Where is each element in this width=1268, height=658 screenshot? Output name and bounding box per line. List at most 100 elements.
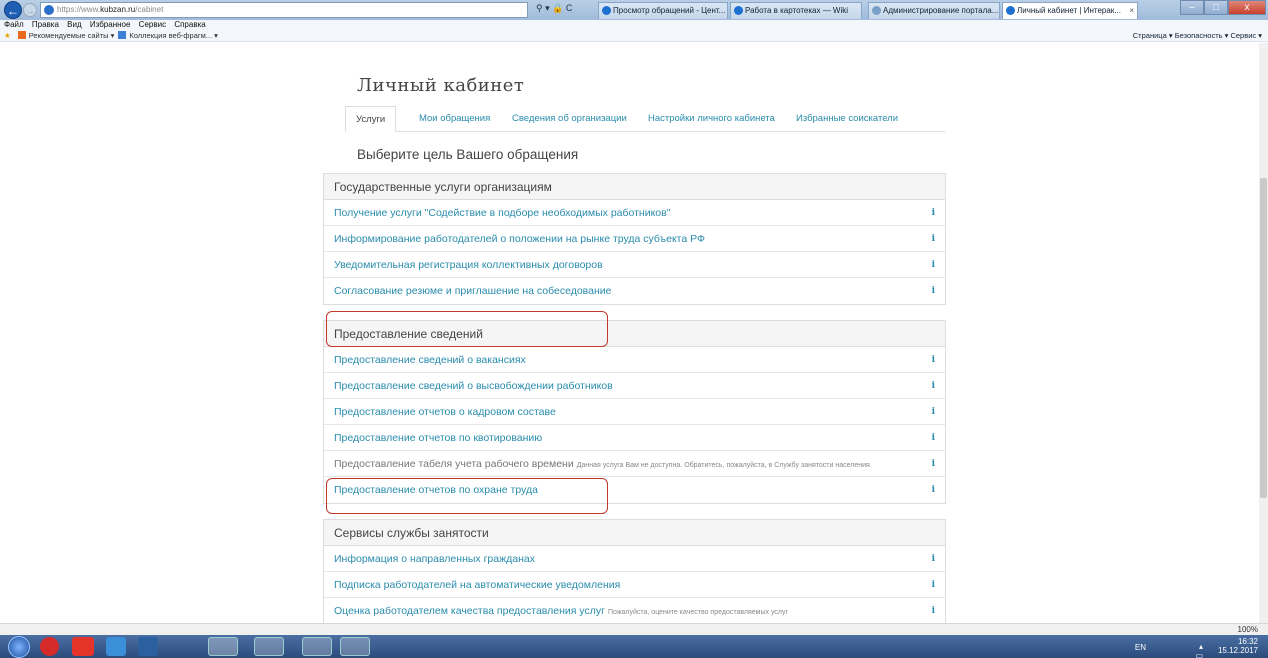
service-link[interactable]: Получение услуги "Содействие в подборе н… (334, 207, 670, 219)
info-icon[interactable]: i (932, 399, 935, 424)
service-link[interactable]: Согласование резюме и приглашение на соб… (334, 285, 611, 297)
list-item[interactable]: Предоставление сведений о высвобождении … (324, 373, 945, 399)
web-slice-gallery-link[interactable]: Коллекция веб-фрагм... ▾ (129, 31, 218, 40)
info-icon[interactable]: i (932, 373, 935, 398)
tab-organization-info[interactable]: Сведения об организации (512, 106, 627, 132)
list-item[interactable]: Информация о направленных гражданах i (324, 546, 945, 572)
internet-explorer-icon[interactable] (208, 637, 238, 656)
opera-icon[interactable] (40, 637, 59, 656)
tab-cabinet-settings[interactable]: Настройки личного кабинета (648, 106, 775, 132)
scrollbar-thumb[interactable] (1260, 178, 1267, 498)
highlight-annotation (326, 478, 608, 514)
browser-tab[interactable]: Работа в картотеках — Wiki (730, 2, 862, 19)
info-icon[interactable]: i (932, 598, 935, 623)
service-link[interactable]: Предоставление сведений о высвобождении … (334, 380, 613, 392)
favorites-bar: ★ Рекомендуемые сайты ▾ Коллекция веб-фраг… (0, 30, 1268, 42)
tab-my-requests[interactable]: Мои обращения (419, 106, 490, 132)
file-explorer-icon[interactable] (254, 637, 284, 656)
list-item[interactable]: Предоставление отчетов по квотированию i (324, 425, 945, 451)
rating-note: Пожалуйста, оцените качество предоставля… (607, 609, 789, 616)
tab-icon (1006, 6, 1015, 15)
service-link[interactable]: Информация о направленных гражданах (334, 553, 535, 565)
media-app-icon[interactable] (138, 637, 158, 656)
tab-favorite-candidates[interactable]: Избранные соискатели (796, 106, 898, 132)
start-button[interactable] (8, 636, 30, 658)
tray-icons[interactable]: ▴ ▭ ◂) ⚑ (1193, 642, 1206, 658)
info-icon[interactable]: i (932, 425, 935, 450)
list-item[interactable]: Предоставление отчетов о кадровом состав… (324, 399, 945, 425)
browser-tab[interactable]: Просмотр обращений - Цент... (598, 2, 728, 19)
list-item[interactable]: Уведомительная регистрация коллективных … (324, 252, 945, 278)
info-icon[interactable]: i (932, 477, 935, 503)
unavailable-note: Данная услуга Вам не доступна. Обратитес… (576, 462, 872, 469)
service-link[interactable]: Предоставление отчетов по квотированию (334, 432, 542, 444)
batman-app-icon[interactable] (302, 637, 332, 656)
service-link[interactable]: Информирование работодателей о положении… (334, 233, 705, 245)
tab-icon (872, 6, 881, 15)
tab-close-icon[interactable]: × (1129, 3, 1134, 18)
info-icon[interactable]: i (932, 252, 935, 277)
forward-arrow-icon[interactable]: → (23, 3, 37, 17)
menu-edit[interactable]: Правка (32, 20, 59, 29)
list-item-disabled: Предоставление табеля учета рабочего вре… (324, 451, 945, 477)
vertical-scrollbar[interactable] (1259, 43, 1268, 623)
tab-label: Просмотр обращений - Цент... (613, 6, 726, 15)
section-title: Сервисы службы занятости (324, 520, 945, 546)
clock-time[interactable]: 16:32 (1218, 637, 1258, 646)
menu-favorites[interactable]: Избранное (90, 20, 131, 29)
language-indicator[interactable]: EN (1135, 643, 1146, 652)
back-arrow-icon[interactable]: ← (4, 1, 22, 19)
yandex-browser-icon[interactable] (72, 637, 94, 656)
favorites-star-icon[interactable]: ★ (4, 31, 11, 40)
cabinet-tabs: Услуги Мои обращения Сведения об организ… (345, 106, 945, 132)
service-link[interactable]: Уведомительная регистрация коллективных … (334, 259, 603, 271)
address-tools[interactable]: ⚲ ▾ 🔒 C (536, 3, 572, 14)
service-link[interactable]: Предоставление отчетов о кадровом состав… (334, 406, 556, 418)
highlight-annotation (326, 311, 608, 347)
database-app-icon[interactable] (340, 637, 370, 656)
service-link[interactable]: Предоставление сведений о вакансиях (334, 354, 526, 366)
section-state-services: Государственные услуги организациям Полу… (323, 173, 946, 305)
url-path: /cabinet (135, 5, 164, 14)
url-domain: kubzan.ru (100, 5, 136, 14)
close-window-button[interactable]: x (1228, 0, 1266, 15)
list-item[interactable]: Согласование резюме и приглашение на соб… (324, 278, 945, 304)
recommended-sites-icon (17, 31, 26, 39)
browser-tab[interactable]: Администрирование портала... (868, 2, 1000, 19)
command-bar[interactable]: Страница ▾ Безопасность ▾ Сервис ▾ (1133, 30, 1262, 42)
browser-tab-active[interactable]: Личный кабинет | Интерак... × (1002, 2, 1138, 19)
service-link[interactable]: Подписка работодателей на автоматические… (334, 579, 620, 591)
info-icon[interactable]: i (932, 572, 935, 597)
list-item[interactable]: Подписка работодателей на автоматические… (324, 572, 945, 598)
page-content: Личный кабинет Услуги Мои обращения Свед… (0, 43, 1268, 623)
list-item[interactable]: Информирование работодателей о положении… (324, 226, 945, 252)
menu-view[interactable]: Вид (67, 20, 81, 29)
list-item[interactable]: Оценка работодателем качества предоставл… (324, 598, 945, 623)
list-item[interactable]: Предоставление сведений о вакансиях i (324, 347, 945, 373)
tab-icon (734, 6, 743, 15)
info-icon[interactable]: i (932, 451, 935, 476)
url-prefix: https://www. (57, 5, 101, 14)
system-tray: EN ▴ ▭ ◂) ⚑ 16:32 15.12.2017 (1135, 637, 1258, 658)
info-icon[interactable]: i (932, 347, 935, 372)
tab-label: Личный кабинет | Интерак... (1017, 6, 1121, 15)
info-icon[interactable]: i (932, 278, 935, 304)
menu-file[interactable]: Файл (4, 20, 24, 29)
site-icon (44, 5, 54, 15)
menu-tools[interactable]: Сервис (139, 20, 166, 29)
info-icon[interactable]: i (932, 546, 935, 571)
tab-label: Администрирование портала... (883, 6, 999, 15)
maximize-button[interactable]: □ (1204, 0, 1228, 15)
service-link[interactable]: Оценка работодателем качества предоставл… (334, 605, 605, 617)
app-icon[interactable] (106, 637, 126, 656)
minimize-button[interactable]: – (1180, 0, 1204, 15)
info-icon[interactable]: i (932, 226, 935, 251)
menu-help[interactable]: Справка (174, 20, 205, 29)
list-item[interactable]: Получение услуги "Содействие в подборе н… (324, 200, 945, 226)
recommended-sites-link[interactable]: Рекомендуемые сайты ▾ (29, 31, 115, 40)
address-bar[interactable]: https://www.kubzan.ru/cabinet (40, 2, 528, 18)
info-icon[interactable]: i (932, 200, 935, 225)
clock-date[interactable]: 15.12.2017 (1218, 646, 1258, 655)
section-information-submission: Предоставление сведений Предоставление с… (323, 320, 946, 504)
tab-services[interactable]: Услуги (345, 106, 397, 132)
